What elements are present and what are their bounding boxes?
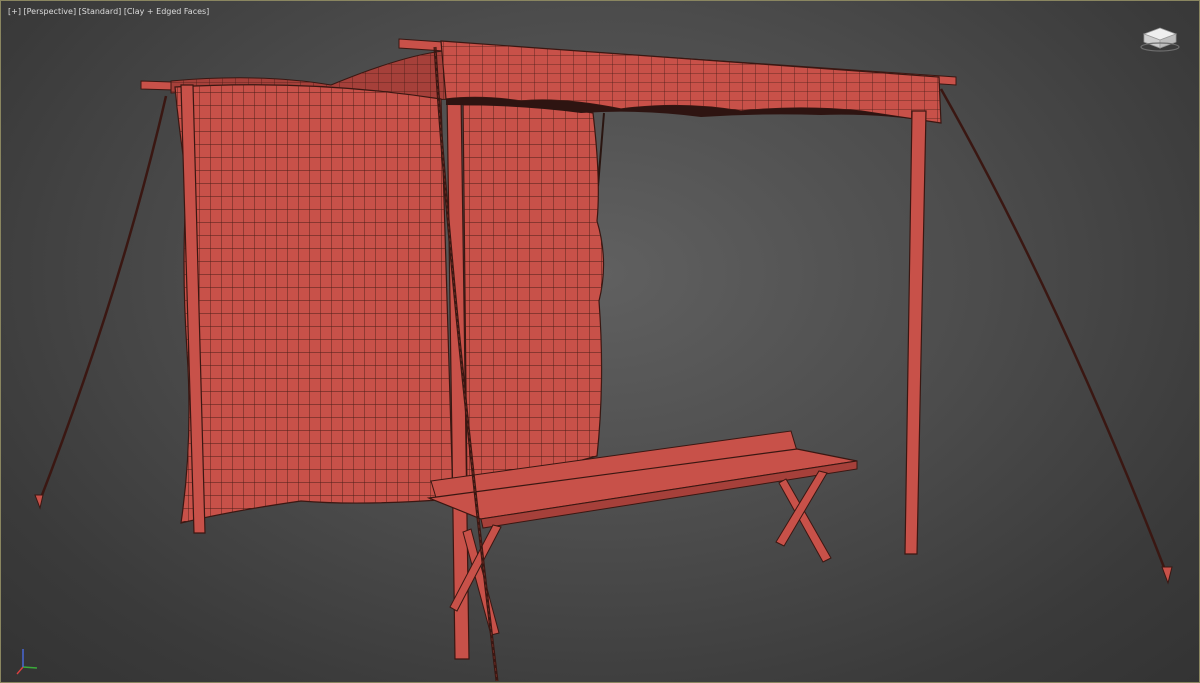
back-rope <box>597 112 605 187</box>
bench-leg-right-a <box>778 478 832 563</box>
axis-tripod-icon <box>16 649 38 675</box>
right-rope-peg <box>1161 566 1173 585</box>
viewport-perspective[interactable]: [+] [Perspective] [Standard] [Clay + Edg… <box>0 0 1200 683</box>
right-pole <box>904 110 927 555</box>
left-guy-rope <box>37 95 168 504</box>
right-guy-rope <box>939 88 1169 576</box>
mid-wall-grid <box>463 99 604 491</box>
viewcube-icon[interactable] <box>1139 23 1181 53</box>
left-wall-grid <box>175 84 453 523</box>
left-rope-peg <box>34 494 44 510</box>
scene-render[interactable] <box>1 1 1200 683</box>
